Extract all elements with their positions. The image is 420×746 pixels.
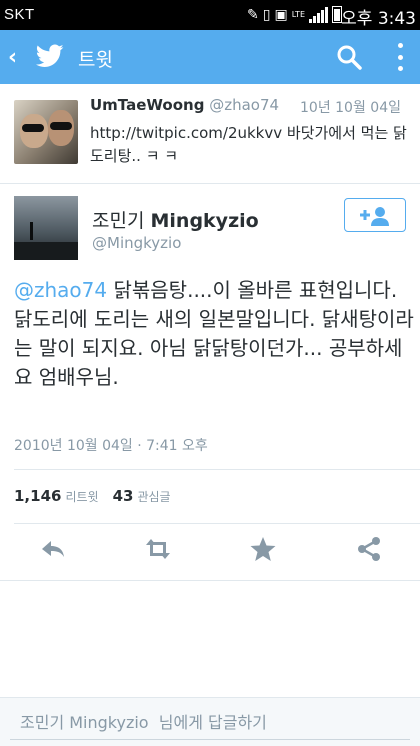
search-icon[interactable]: [336, 44, 362, 70]
follow-user-icon: [360, 206, 389, 226]
screenshot-icon: ▣: [274, 6, 288, 23]
retweet-label: 리트윗: [65, 490, 99, 504]
display-name-korean: 조민기: [92, 210, 145, 232]
divider: [14, 523, 420, 524]
handle: @Mingkyzio: [92, 234, 182, 252]
tweet-date: 10년 10월 04일: [300, 100, 401, 116]
divider: [0, 580, 420, 581]
mention-link[interactable]: @zhao74: [14, 278, 107, 302]
more-vertical-icon[interactable]: [398, 43, 404, 71]
favorite-star-icon[interactable]: [248, 534, 278, 564]
retweet-count[interactable]: 1,146: [14, 487, 61, 505]
tweet-stats: 1,146 리트윗 43 관심글: [14, 487, 171, 505]
page-title: 트윗: [78, 49, 113, 71]
display-name: UmTaeWoong: [90, 96, 205, 114]
parent-tweet[interactable]: UmTaeWoong @zhao74 10년 10월 04일 http://tw…: [0, 84, 420, 184]
avatar[interactable]: [14, 100, 78, 164]
display-name-latin: Mingkyzio: [150, 210, 259, 232]
share-icon[interactable]: [354, 534, 384, 564]
avatar[interactable]: [14, 196, 78, 260]
signal-icon: [309, 6, 328, 23]
tweet-body: @zhao74 닭볶음탕....이 올바른 표현입니다. 닭도리에 도리는 새의…: [14, 276, 414, 392]
clock: 오후 3:43: [341, 9, 416, 29]
handle: @zhao74: [209, 96, 280, 114]
reply-bar: [0, 697, 420, 746]
favorite-count[interactable]: 43: [113, 487, 134, 505]
system-icons: ✎ ▯ ▣ LTE: [247, 6, 342, 23]
reply-icon[interactable]: [38, 534, 68, 564]
edit-icon: ✎: [247, 6, 259, 23]
tweet-actions: [0, 534, 420, 570]
lte-icon: LTE: [291, 9, 305, 19]
back-icon[interactable]: ‹: [8, 45, 17, 70]
twitter-bird-icon: [36, 44, 64, 67]
vibrate-icon: ▯: [262, 6, 271, 23]
app-bar: ‹ 트윗: [0, 30, 420, 84]
status-bar: SKT ✎ ▯ ▣ LTE 오후 3:43: [0, 0, 420, 30]
follow-button[interactable]: [344, 198, 406, 232]
tweet-timestamp: 2010년 10월 04일 · 7:41 오후: [14, 438, 208, 454]
reply-input[interactable]: [10, 706, 410, 740]
carrier-label: SKT: [4, 6, 35, 23]
tweet-text: http://twitpic.com/2ukkvv 바닷가에서 먹는 닭도리탕.…: [90, 124, 407, 165]
parent-author: UmTaeWoong @zhao74: [90, 96, 279, 114]
favorite-label: 관심글: [137, 490, 171, 504]
divider: [14, 469, 420, 470]
display-name: 조민기 Mingkyzio: [92, 206, 259, 233]
retweet-icon[interactable]: [143, 534, 173, 564]
